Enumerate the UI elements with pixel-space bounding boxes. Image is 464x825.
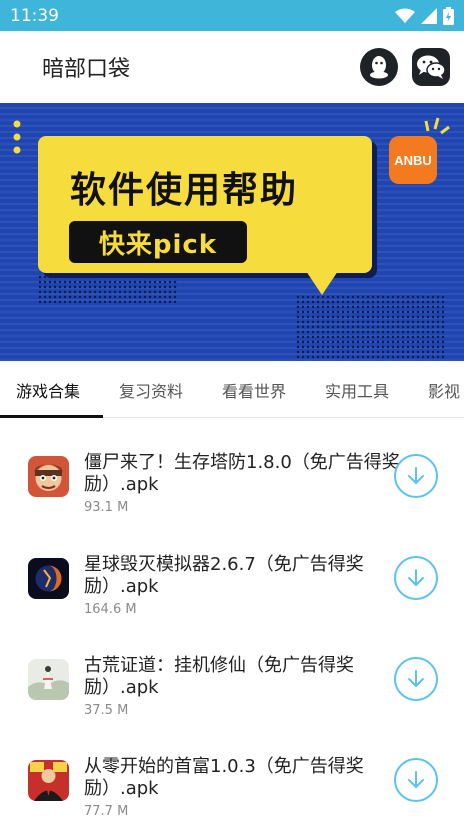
status-icons (395, 6, 454, 25)
tab-see-world[interactable]: 看看世界 (222, 361, 286, 417)
download-button[interactable] (394, 657, 438, 701)
app-icon (28, 558, 69, 599)
app-header: 暗部口袋 (0, 31, 464, 103)
tab-games[interactable]: 游戏合集 (16, 361, 80, 417)
banner-headline: 软件使用帮助 (70, 170, 299, 211)
app-name: 星球毁灭模拟器2.6.7（免广告得奖励）.apk (84, 554, 364, 597)
app-title: 暗部口袋 (42, 57, 131, 82)
promo-banner[interactable]: 软件使用帮助 快来pick ANBU (0, 103, 464, 361)
download-arrow-icon (408, 467, 424, 484)
banner-bubble-pointer (306, 271, 338, 295)
wifi-icon (395, 8, 415, 23)
list-item[interactable]: 僵尸来了！生存塔防1.8.0（免广告得奖励）.apk 93.1 M (0, 452, 464, 552)
wechat-button[interactable] (412, 48, 450, 86)
download-arrow-icon (408, 670, 424, 687)
tab-tools[interactable]: 实用工具 (325, 361, 389, 417)
app-name: 从零开始的首富1.0.3（免广告得奖励）.apk (84, 756, 364, 799)
app-list: 僵尸来了！生存塔防1.8.0（免广告得奖励）.apk 93.1 M 星球毁灭模拟… (0, 418, 464, 825)
banner-pill: 快来pick (69, 221, 247, 263)
tab-movies[interactable]: 影视 (428, 361, 460, 417)
app-size: 164.6 M (84, 602, 137, 617)
app-size: 37.5 M (84, 703, 129, 718)
download-arrow-icon (408, 569, 424, 586)
app-icon (28, 659, 69, 700)
download-button[interactable] (394, 556, 438, 600)
banner-dot-grid (296, 295, 444, 361)
header-actions (360, 48, 450, 86)
status-bar: 11:39 (0, 0, 464, 31)
download-button[interactable] (394, 454, 438, 498)
signal-icon (421, 7, 437, 24)
list-item[interactable]: 星球毁灭模拟器2.6.7（免广告得奖励）.apk 164.6 M (0, 554, 464, 654)
app-size: 93.1 M (84, 500, 129, 515)
app-icon (28, 760, 69, 801)
tab-study-materials[interactable]: 复习资料 (119, 361, 183, 417)
status-time: 11:39 (10, 5, 59, 26)
download-button[interactable] (394, 758, 438, 802)
list-item[interactable]: 从零开始的首富1.0.3（免广告得奖励）.apk 77.7 M (0, 756, 464, 825)
app-name: 古荒证道：挂机修仙（免广告得奖励）.apk (84, 655, 354, 698)
banner-badge: ANBU (389, 136, 437, 184)
list-item[interactable]: 古荒证道：挂机修仙（免广告得奖励）.apk 37.5 M (0, 655, 464, 755)
banner-dot-grid (38, 275, 178, 303)
wechat-icon (417, 55, 446, 79)
qq-penguin-icon (370, 56, 388, 79)
battery-icon (443, 6, 454, 25)
qq-button[interactable] (360, 48, 398, 86)
app-size: 77.7 M (84, 804, 129, 819)
download-arrow-icon (408, 771, 424, 788)
category-tabs: 游戏合集 复习资料 看看世界 实用工具 影视 (0, 361, 464, 418)
app-name: 僵尸来了！生存塔防1.8.0（免广告得奖励）.apk (84, 452, 400, 495)
app-icon (28, 456, 69, 497)
banner-dots-decoration (13, 120, 21, 154)
